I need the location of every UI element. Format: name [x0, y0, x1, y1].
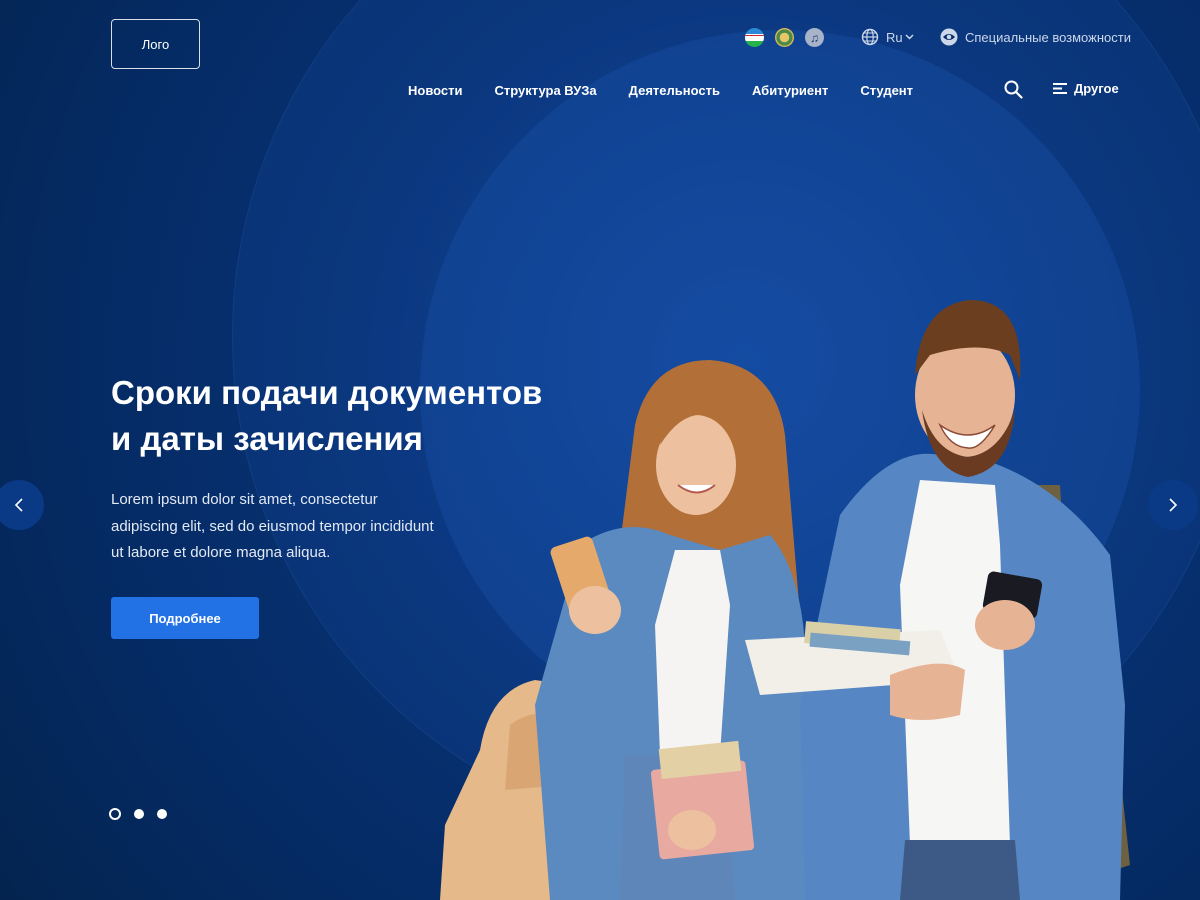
- slider-dot-3[interactable]: [157, 809, 167, 819]
- language-label: Ru: [886, 29, 903, 45]
- accessibility-label: Специальные возможности: [965, 29, 1131, 45]
- logo[interactable]: Лого: [111, 19, 200, 69]
- accessibility-link[interactable]: Специальные возможности: [940, 28, 1131, 46]
- slider-next-button[interactable]: [1148, 480, 1198, 530]
- slider-dot-2[interactable]: [134, 809, 144, 819]
- hero-title-line-1: Сроки подачи документов: [111, 374, 543, 411]
- slider-pagination: [109, 808, 167, 820]
- nav-item-activity[interactable]: Деятельность: [629, 83, 720, 98]
- more-button[interactable]: Подробнее: [111, 597, 259, 639]
- chevron-left-icon: [14, 498, 23, 512]
- page: Лого ♫ Ru Специальные возможности Новост…: [0, 0, 1200, 900]
- main-nav: Новости Структура ВУЗа Деятельность Абит…: [408, 83, 913, 98]
- globe-icon: [861, 28, 879, 46]
- music-note-icon[interactable]: ♫: [805, 28, 824, 47]
- hero-title: Сроки подачи документов и даты зачислени…: [111, 370, 591, 462]
- language-switcher[interactable]: Ru: [861, 28, 914, 46]
- slider-dot-1[interactable]: [109, 808, 121, 820]
- nav-item-student[interactable]: Студент: [860, 83, 913, 98]
- slider-prev-button[interactable]: [0, 480, 44, 530]
- hero-title-line-2: и даты зачисления: [111, 420, 423, 457]
- other-menu-button[interactable]: Другое: [1052, 81, 1119, 96]
- eye-icon: [940, 28, 958, 46]
- search-icon[interactable]: [1004, 80, 1023, 99]
- nav-item-structure[interactable]: Структура ВУЗа: [495, 83, 597, 98]
- menu-lines-icon: [1053, 83, 1067, 94]
- nav-item-applicant[interactable]: Абитуриент: [752, 83, 828, 98]
- other-menu-label: Другое: [1074, 81, 1119, 96]
- chevron-right-icon: [1169, 498, 1178, 512]
- nav-item-news[interactable]: Новости: [408, 83, 463, 98]
- chevron-down-icon: [905, 34, 914, 40]
- state-emblem-icon[interactable]: [775, 28, 794, 47]
- hero-description: Lorem ipsum dolor sit amet, consectetur …: [111, 491, 434, 561]
- uzbekistan-flag-icon[interactable]: [745, 28, 764, 47]
- state-symbols: ♫: [745, 28, 824, 47]
